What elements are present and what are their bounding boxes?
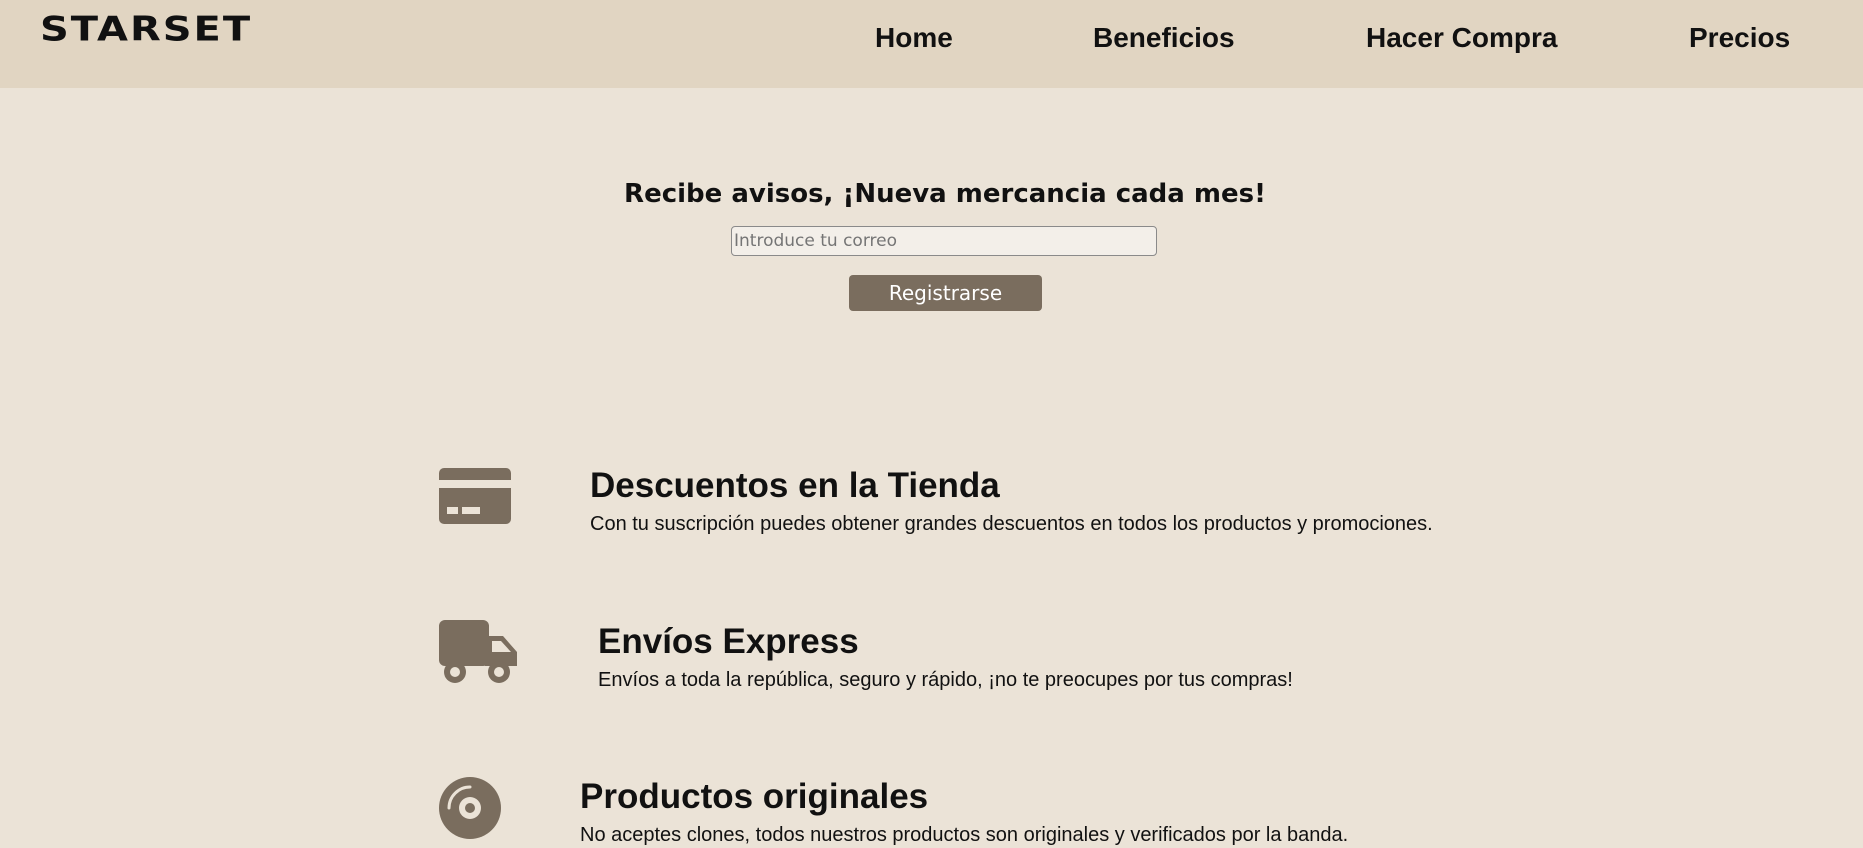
disc-icon bbox=[439, 777, 501, 844]
truck-icon bbox=[439, 620, 519, 689]
feature-desc-descuentos: Con tu suscripción puedes obtener grande… bbox=[590, 513, 1433, 535]
nav-link-home[interactable]: Home bbox=[875, 20, 953, 56]
signup-title-wrap: Recibe avisos, ¡Nueva mercancia cada mes… bbox=[0, 174, 1863, 214]
credit-card-icon bbox=[439, 468, 511, 529]
feature-title-descuentos: Descuentos en la Tienda bbox=[590, 466, 1000, 505]
nav-link-beneficios[interactable]: Beneficios bbox=[1093, 20, 1235, 56]
signup-title: Recibe avisos, ¡Nueva mercancia cada mes… bbox=[624, 179, 1266, 209]
feature-title-productos: Productos originales bbox=[580, 777, 929, 816]
logo[interactable]: STARSET bbox=[40, 10, 252, 49]
nav-link-hacer-compra[interactable]: Hacer Compra bbox=[1366, 20, 1557, 56]
feature-title-envios: Envíos Express bbox=[598, 622, 859, 661]
register-button[interactable]: Registrarse bbox=[849, 275, 1042, 311]
navbar: STARSET Home Beneficios Hacer Compra Pre… bbox=[0, 0, 1863, 88]
nav-link-precios[interactable]: Precios bbox=[1689, 20, 1790, 56]
email-input[interactable] bbox=[731, 226, 1157, 256]
feature-desc-envios: Envíos a toda la república, seguro y ráp… bbox=[598, 669, 1293, 691]
feature-desc-productos: No aceptes clones, todos nuestros produc… bbox=[580, 824, 1349, 846]
